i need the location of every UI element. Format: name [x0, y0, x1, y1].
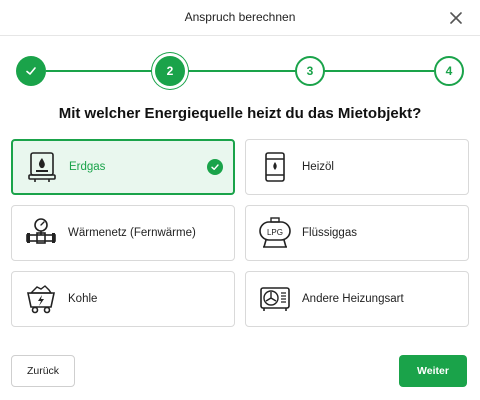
next-button[interactable]: Weiter	[399, 355, 467, 387]
svg-text:LPG: LPG	[267, 228, 283, 237]
option-andere[interactable]: Andere Heizungsart	[245, 271, 469, 327]
option-label: Andere Heizungsart	[302, 293, 404, 305]
option-erdgas[interactable]: Erdgas	[11, 139, 235, 195]
step-2-label: 2	[166, 64, 174, 78]
coal-cart-icon	[24, 282, 58, 316]
gas-boiler-icon	[25, 150, 59, 184]
modal-title: Anspruch berechnen	[184, 10, 296, 24]
option-label: Kohle	[68, 293, 98, 305]
option-label: Erdgas	[69, 161, 106, 173]
check-icon	[26, 67, 36, 75]
option-waermenetz[interactable]: Wärmenetz (Fernwärme)	[11, 205, 235, 261]
option-label: Flüssiggas	[302, 227, 357, 239]
close-icon	[450, 12, 462, 24]
step-3-label: 3	[306, 64, 314, 78]
step-3: 3	[295, 56, 325, 86]
progress-stepper: 2 3 4	[16, 56, 464, 86]
stepper-line	[46, 70, 434, 72]
option-kohle[interactable]: Kohle	[11, 271, 235, 327]
oil-barrel-icon	[258, 150, 292, 184]
lpg-tank-icon: LPG	[258, 216, 292, 250]
district-heating-icon	[24, 216, 58, 250]
back-button[interactable]: Zurück	[11, 355, 75, 387]
option-fluessiggas[interactable]: LPG Flüssiggas	[245, 205, 469, 261]
option-label: Wärmenetz (Fernwärme)	[68, 227, 196, 239]
heat-pump-icon	[258, 282, 292, 316]
option-label: Heizöl	[302, 161, 334, 173]
modal-header: Anspruch berechnen	[0, 0, 480, 36]
check-icon	[211, 164, 219, 170]
step-1	[16, 56, 46, 86]
step-4-label: 4	[445, 64, 453, 78]
close-button[interactable]	[444, 6, 468, 30]
question-heading: Mit welcher Energiequelle heizt du das M…	[58, 105, 422, 122]
option-heizoel[interactable]: Heizöl	[245, 139, 469, 195]
step-4: 4	[434, 56, 464, 86]
step-2: 2	[155, 56, 185, 86]
selected-check-badge	[207, 159, 223, 175]
